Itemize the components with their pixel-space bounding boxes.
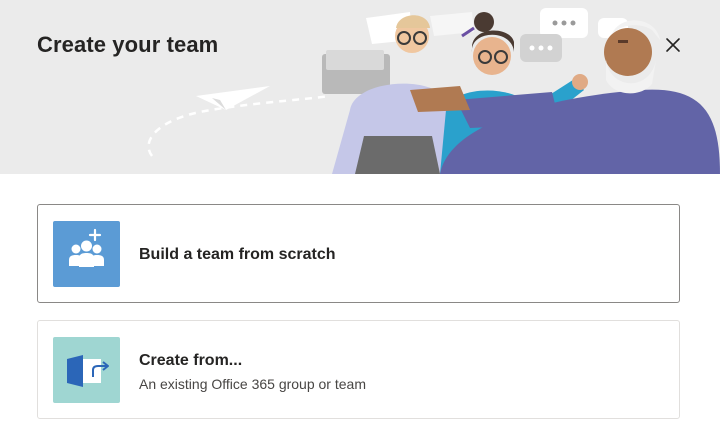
create-from-option[interactable]: Create from... An existing Office 365 gr… <box>37 320 680 419</box>
dialog-header: Create your team <box>0 0 720 174</box>
close-icon <box>666 38 680 52</box>
create-from-icon <box>67 355 109 387</box>
build-from-scratch-option[interactable]: Build a team from scratch <box>37 204 680 303</box>
option-subtitle: An existing Office 365 group or team <box>139 376 366 392</box>
option-title: Build a team from scratch <box>139 246 336 263</box>
create-from-tile <box>53 337 120 403</box>
team-add-icon <box>69 228 104 267</box>
dialog-title: Create your team <box>37 32 219 57</box>
team-add-tile <box>53 221 120 287</box>
option-title: Create from... <box>139 352 243 369</box>
close-button[interactable] <box>660 32 686 58</box>
team-illustration <box>147 8 720 174</box>
